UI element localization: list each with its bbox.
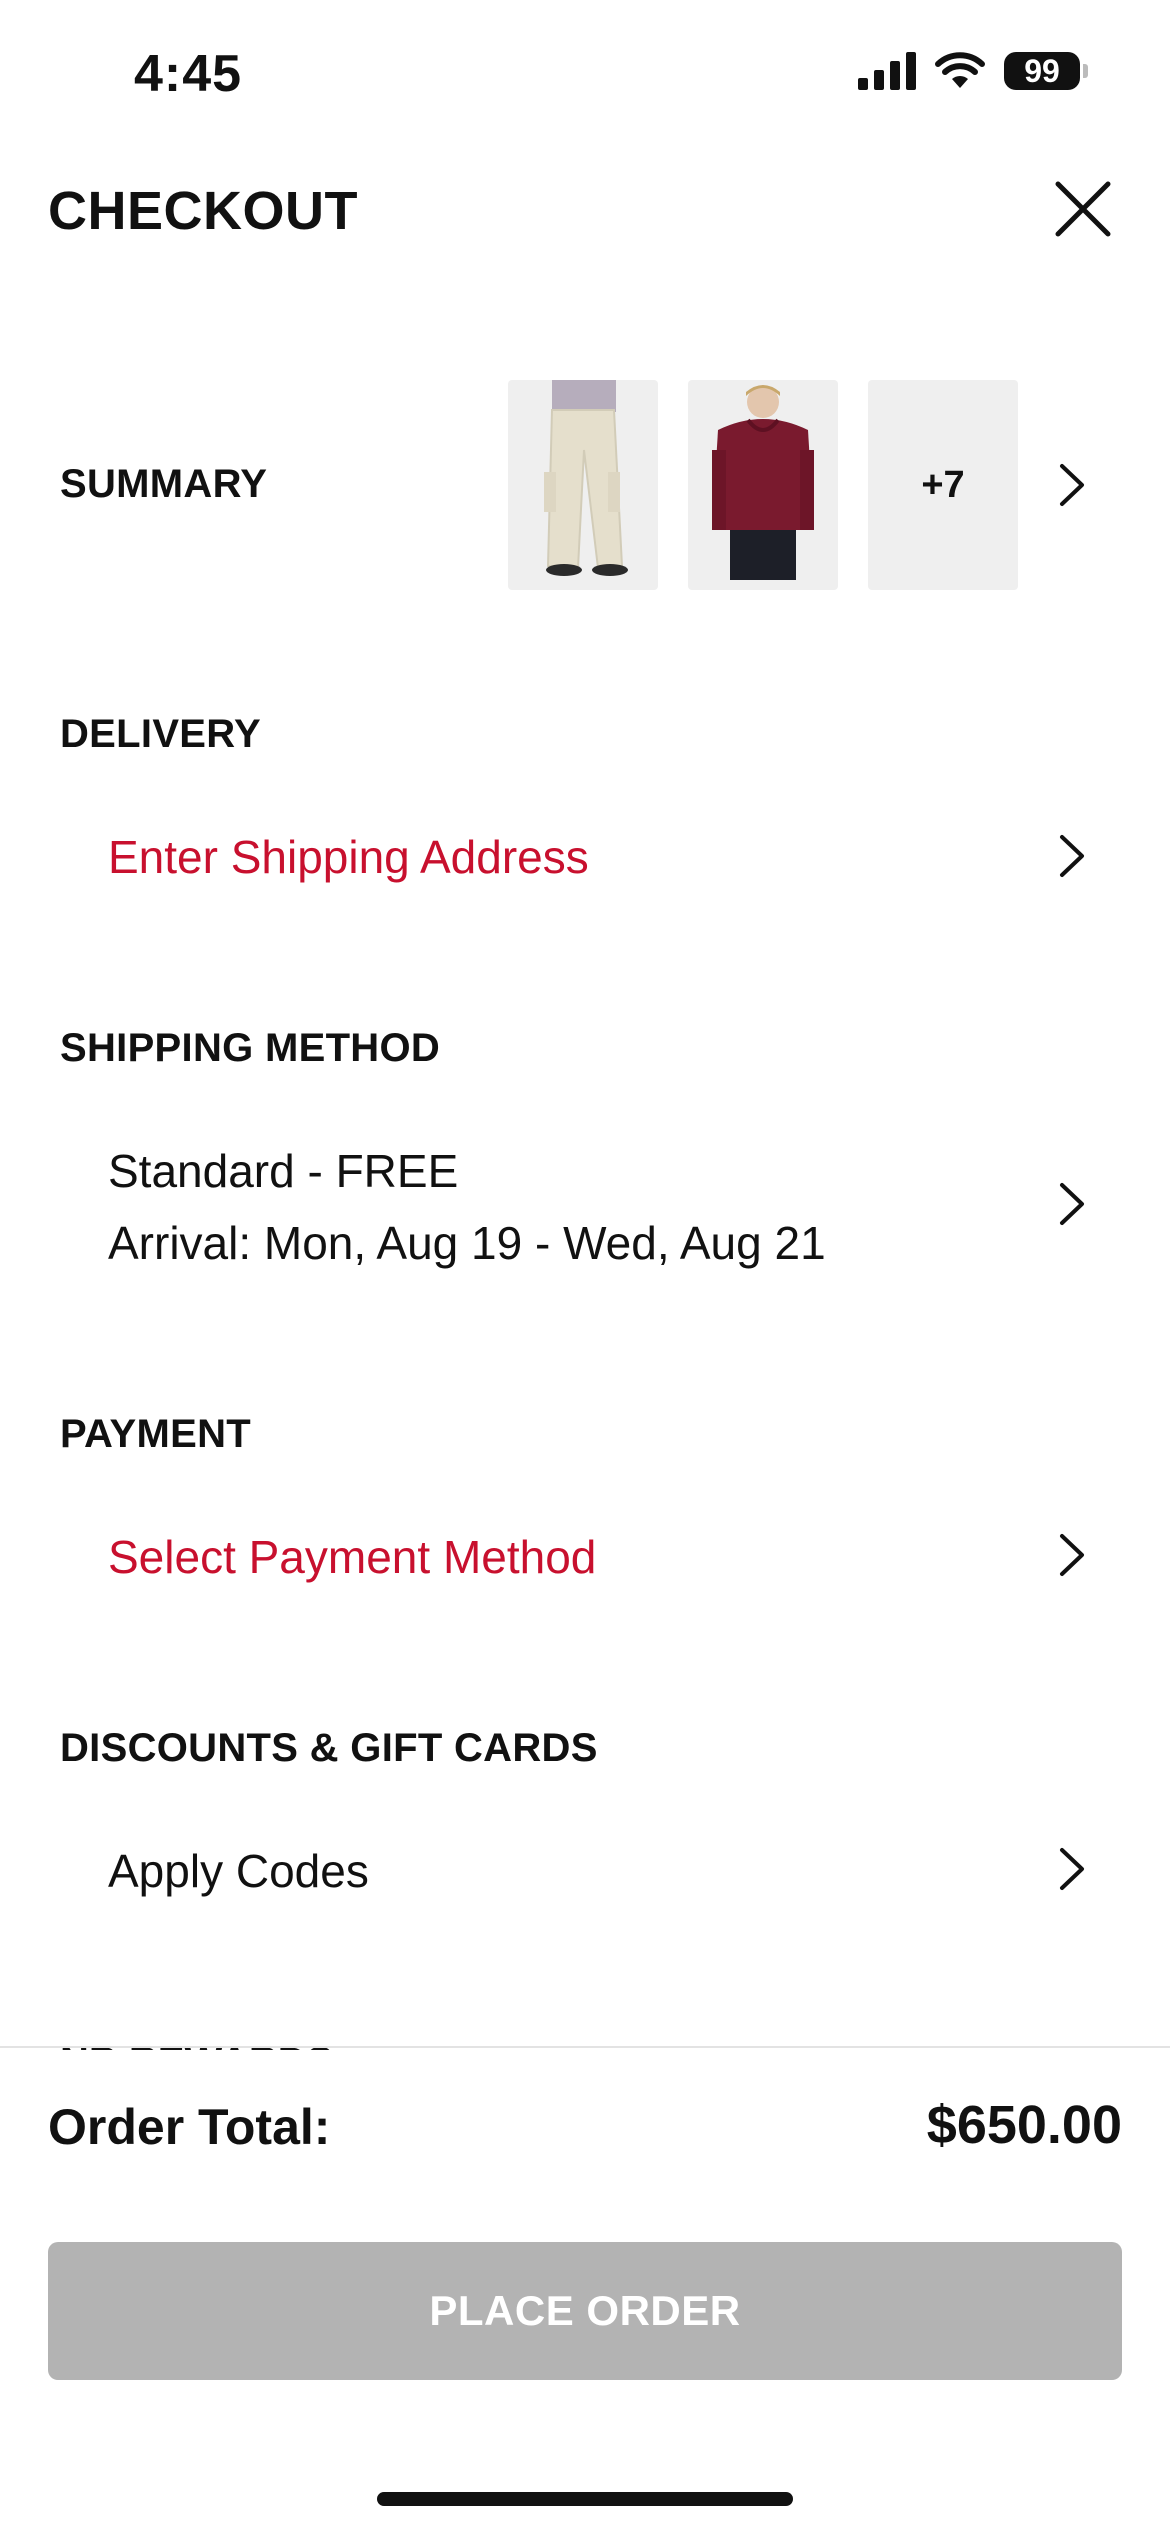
order-total-value: $650.00 (926, 2095, 1122, 2155)
delivery-chevron-right-icon[interactable] (1056, 831, 1088, 881)
product-thumbnail-pants[interactable] (508, 380, 658, 590)
delivery-label: DELIVERY (60, 712, 261, 756)
shipping-chevron-right-icon[interactable] (1056, 1179, 1088, 1229)
product-thumbnail-hoodie[interactable] (688, 380, 838, 590)
wifi-icon (935, 52, 985, 88)
battery-icon: 99 (1004, 52, 1088, 90)
status-icons: 99 (858, 52, 1088, 90)
rewards-label-partial: NB REWARDS (60, 2040, 333, 2050)
status-time: 4:45 (134, 45, 243, 103)
pants-image (544, 380, 628, 576)
order-total-label: Order Total: (48, 2099, 331, 2155)
apply-codes-link[interactable]: Apply Codes (108, 1844, 369, 1898)
summary-chevron-right-icon[interactable] (1056, 460, 1088, 510)
signal-icon (858, 52, 916, 90)
enter-shipping-address-link[interactable]: Enter Shipping Address (108, 830, 589, 884)
place-order-button[interactable]: PLACE ORDER (48, 2242, 1122, 2380)
summary-label: SUMMARY (60, 462, 268, 506)
shipping-method-option[interactable]: Standard - FREE (108, 1144, 458, 1198)
footer-divider (0, 2046, 1170, 2048)
shipping-method-label: SHIPPING METHOD (60, 1026, 441, 1070)
discounts-label: DISCOUNTS & GIFT CARDS (60, 1726, 598, 1770)
page-title: CHECKOUT (48, 181, 358, 241)
hoodie-image (712, 385, 814, 580)
home-indicator (377, 2492, 793, 2506)
battery-level: 99 (1004, 52, 1080, 90)
close-icon[interactable] (1050, 176, 1116, 242)
payment-label: PAYMENT (60, 1412, 252, 1456)
shipping-arrival-window: Arrival: Mon, Aug 19 - Wed, Aug 21 (108, 1217, 826, 1269)
discounts-chevron-right-icon[interactable] (1056, 1844, 1088, 1894)
more-items-count[interactable]: +7 (868, 380, 1018, 590)
select-payment-method-link[interactable]: Select Payment Method (108, 1530, 596, 1584)
payment-chevron-right-icon[interactable] (1056, 1530, 1088, 1580)
